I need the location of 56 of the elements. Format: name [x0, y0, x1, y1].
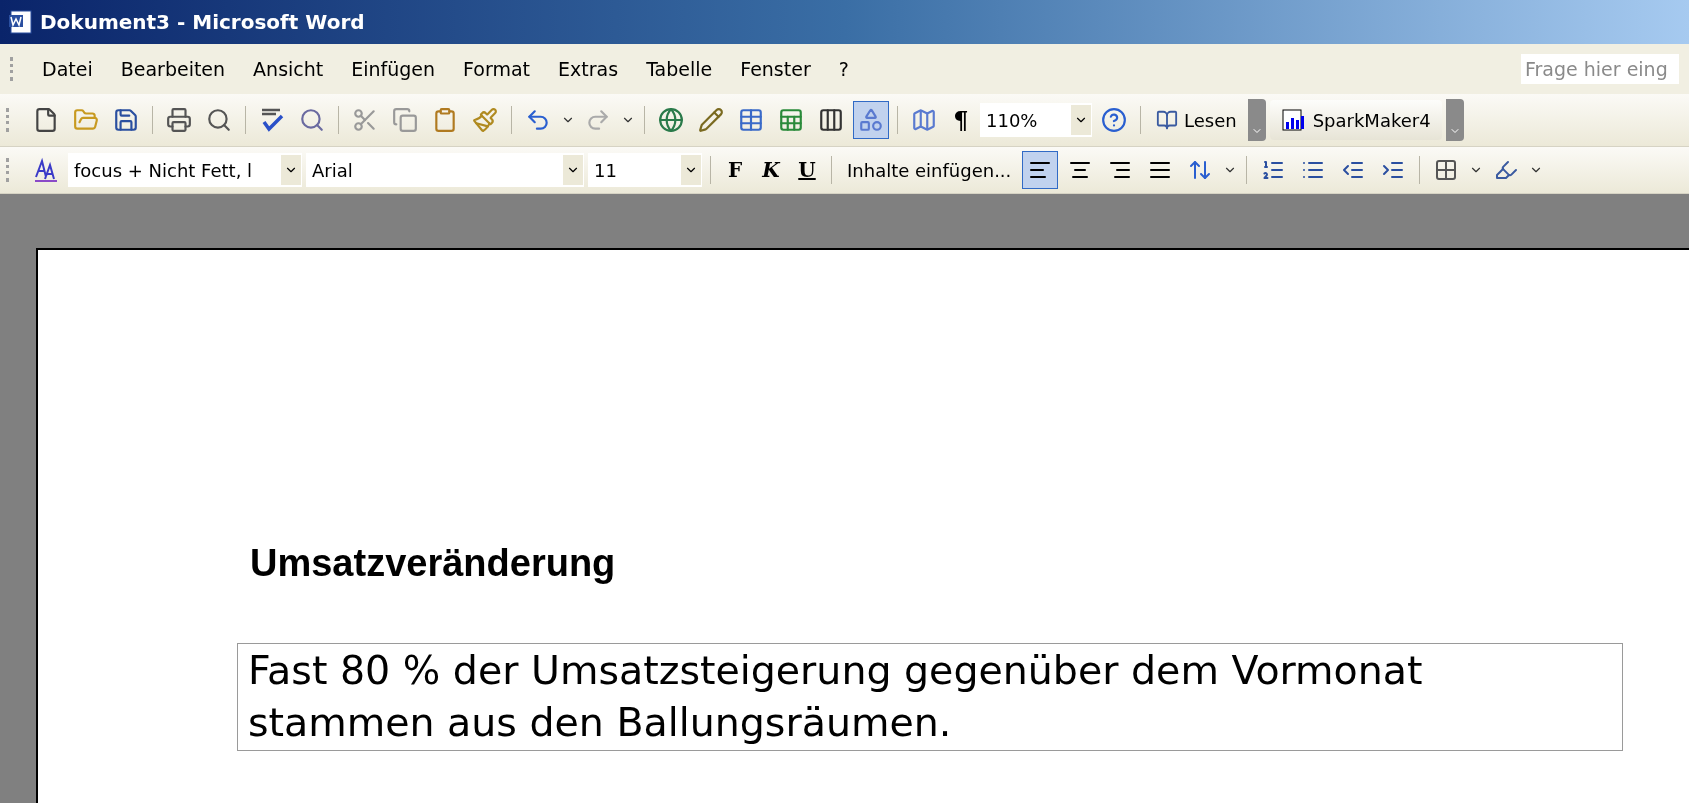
zoom-combo[interactable]: 110% [980, 103, 1092, 137]
styles-icon [33, 157, 59, 183]
new-document-icon [33, 107, 59, 133]
undo-icon [525, 107, 551, 133]
open-folder-icon [73, 107, 99, 133]
print-preview-icon [206, 107, 232, 133]
underline-button[interactable]: U [791, 152, 823, 188]
menu-item[interactable]: Fenster [726, 54, 825, 84]
menu-item[interactable]: Einfügen [337, 54, 450, 84]
numbered-list-icon [1261, 158, 1286, 182]
menu-item[interactable]: Bearbeiten [106, 54, 240, 84]
help-search-field[interactable]: Frage hier eing [1521, 54, 1679, 84]
toolbar-options-button[interactable] [1445, 99, 1464, 141]
menu-item[interactable]: Extras [544, 54, 633, 84]
document-map-icon [911, 107, 937, 133]
toolbar-options-button[interactable] [1247, 99, 1266, 141]
read-button[interactable]: Lesen [1149, 102, 1244, 138]
highlighter-icon [1494, 158, 1519, 182]
printer-icon [166, 107, 192, 133]
scissors-icon [352, 107, 378, 133]
columns-icon [818, 107, 844, 133]
table-icon [738, 107, 764, 133]
redo-icon [585, 107, 611, 133]
spelling-icon [259, 107, 285, 133]
menu-item[interactable]: Tabelle [632, 54, 727, 84]
help-icon [1101, 107, 1127, 133]
bold-button[interactable]: F [719, 152, 751, 188]
document-heading: Umsatzveränderung [250, 542, 617, 585]
copy-icon [392, 107, 418, 133]
italic-button[interactable]: K [755, 152, 787, 188]
shapes-icon [858, 107, 884, 133]
paste-content-button[interactable]: Inhalte einfügen... [840, 152, 1019, 188]
globe-link-icon [658, 107, 684, 133]
menu-item[interactable]: Format [449, 54, 545, 84]
research-icon [299, 107, 325, 133]
align-left-button[interactable] [1022, 151, 1059, 189]
book-icon [1156, 109, 1178, 131]
word-logo-icon [8, 9, 34, 35]
text-box: Fast 80 % der Umsatzsteigerung gegenüber dem Vormonat stammen aus den Ballungsräumen. [237, 643, 1623, 751]
spreadsheet-icon [778, 107, 804, 133]
border-grid-icon [1434, 158, 1459, 182]
font-combo[interactable]: Arial [306, 153, 584, 187]
menu-item[interactable]: Datei [28, 54, 107, 84]
font-size-combo[interactable]: 11 [588, 153, 702, 187]
pencil-icon [698, 107, 724, 133]
save-icon [113, 107, 139, 133]
clipboard-icon [432, 107, 458, 133]
bar-chart-icon [1280, 108, 1307, 132]
style-combo[interactable]: focus + Nicht Fett, l [68, 153, 302, 187]
sparkmaker-button[interactable]: SparkMaker4 [1273, 102, 1438, 138]
paintbrush-icon [472, 107, 498, 133]
window-title: Dokument3 - Microsoft Word [40, 10, 365, 34]
menu-item[interactable]: Ansicht [239, 54, 338, 84]
line-spacing-icon [1188, 158, 1213, 182]
formatting-marks-button[interactable]: ¶ [946, 102, 976, 138]
menu-item[interactable]: ? [824, 54, 863, 84]
